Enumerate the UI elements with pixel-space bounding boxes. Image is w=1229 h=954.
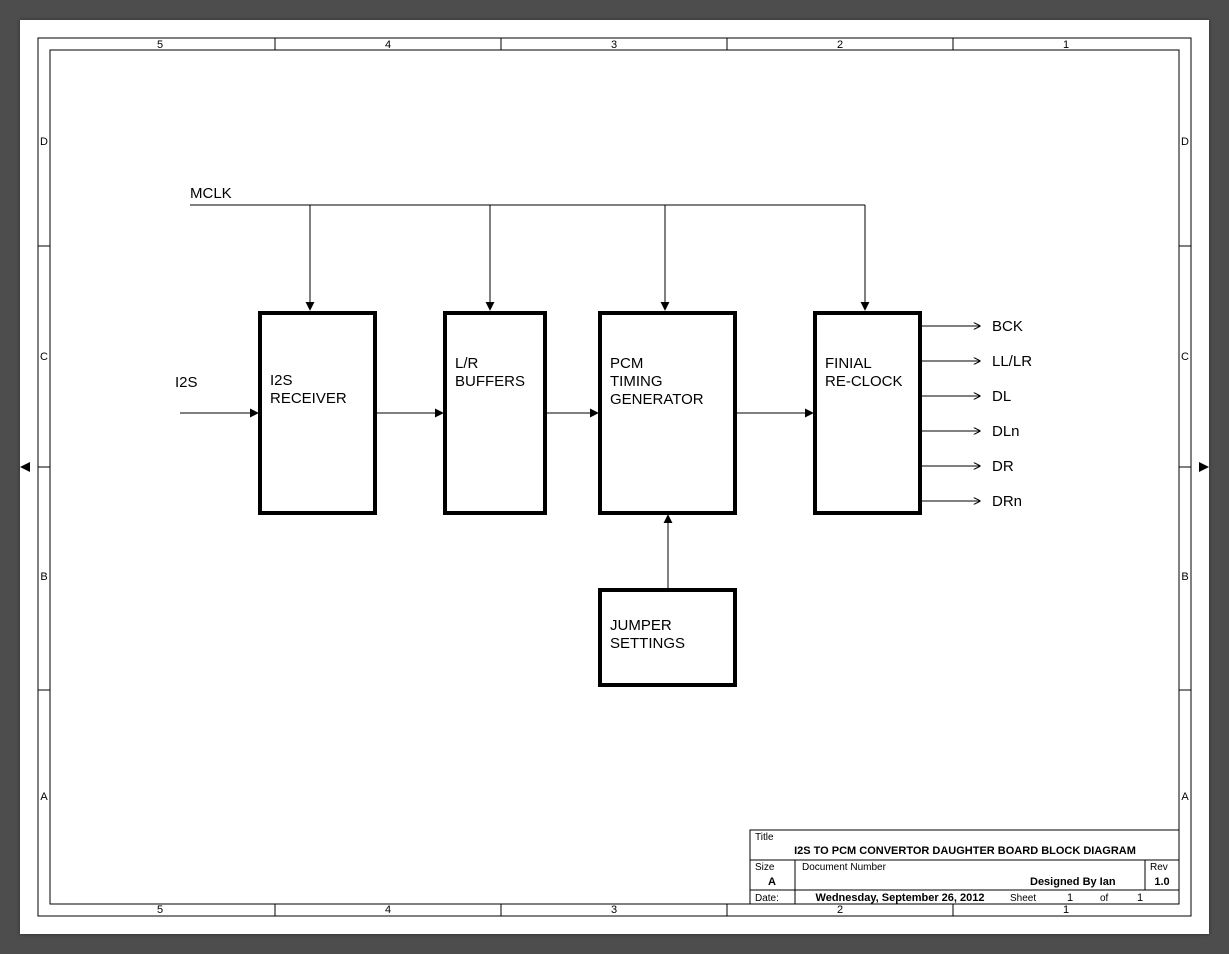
label-i2s: I2S: [175, 374, 198, 391]
schematic-svg: 5 4 3 2 1 5 4 3 2 1 D C B A D C B A MCLK…: [20, 20, 1209, 934]
tb-sheet-n: 1: [1067, 892, 1073, 904]
svg-text:5: 5: [157, 904, 163, 916]
tb-date: Wednesday, September 26, 2012: [816, 892, 985, 904]
tb-rev-label: Rev: [1150, 862, 1168, 873]
block-final-reclock: [815, 313, 920, 513]
svg-text:C: C: [1181, 351, 1189, 363]
svg-text:5: 5: [157, 39, 163, 51]
svg-text:2: 2: [837, 904, 843, 916]
label-mclk: MCLK: [190, 185, 232, 202]
tb-sheet-label: Sheet: [1010, 893, 1036, 904]
svg-text:2: 2: [837, 39, 843, 51]
schematic-page: 5 4 3 2 1 5 4 3 2 1 D C B A D C B A MCLK…: [20, 20, 1209, 934]
svg-text:3: 3: [611, 39, 617, 51]
title-block: Title I2S TO PCM CONVERTOR DAUGHTER BOAR…: [750, 830, 1179, 904]
label-out-drn: DRn: [992, 493, 1022, 510]
svg-text:D: D: [1181, 136, 1189, 148]
svg-text:4: 4: [385, 39, 391, 51]
svg-text:B: B: [40, 571, 47, 583]
block-lr-buffers: [445, 313, 545, 513]
output-wires: BCK LL/LR DL DLn DR DRn: [920, 318, 1032, 510]
tb-title-label: Title: [755, 832, 774, 843]
svg-text:B: B: [1181, 571, 1188, 583]
block-pcm-timing: [600, 313, 735, 513]
tb-docnum-label: Document Number: [802, 862, 887, 873]
svg-text:1: 1: [1063, 904, 1069, 916]
tb-rev: 1.0: [1154, 876, 1169, 888]
svg-text:3: 3: [611, 904, 617, 916]
svg-text:4: 4: [385, 904, 391, 916]
label-out-lllr: LL/LR: [992, 353, 1032, 370]
tb-designed-by: Designed By Ian: [1030, 876, 1116, 888]
svg-text:A: A: [1181, 791, 1189, 803]
svg-text:C: C: [40, 351, 48, 363]
tb-size: A: [768, 876, 776, 888]
tb-size-label: Size: [755, 862, 775, 873]
label-out-bck: BCK: [992, 318, 1023, 335]
tb-date-label: Date:: [755, 893, 779, 904]
label-out-dln: DLn: [992, 423, 1020, 440]
tb-sheet-of: of: [1100, 893, 1109, 904]
svg-text:1: 1: [1063, 39, 1069, 51]
tb-title: I2S TO PCM CONVERTOR DAUGHTER BOARD BLOC…: [794, 845, 1136, 857]
tb-sheet-total: 1: [1137, 892, 1143, 904]
label-out-dr: DR: [992, 458, 1014, 475]
block-i2s-receiver: [260, 313, 375, 513]
label-out-dl: DL: [992, 388, 1011, 405]
svg-text:A: A: [40, 791, 48, 803]
svg-text:D: D: [40, 136, 48, 148]
